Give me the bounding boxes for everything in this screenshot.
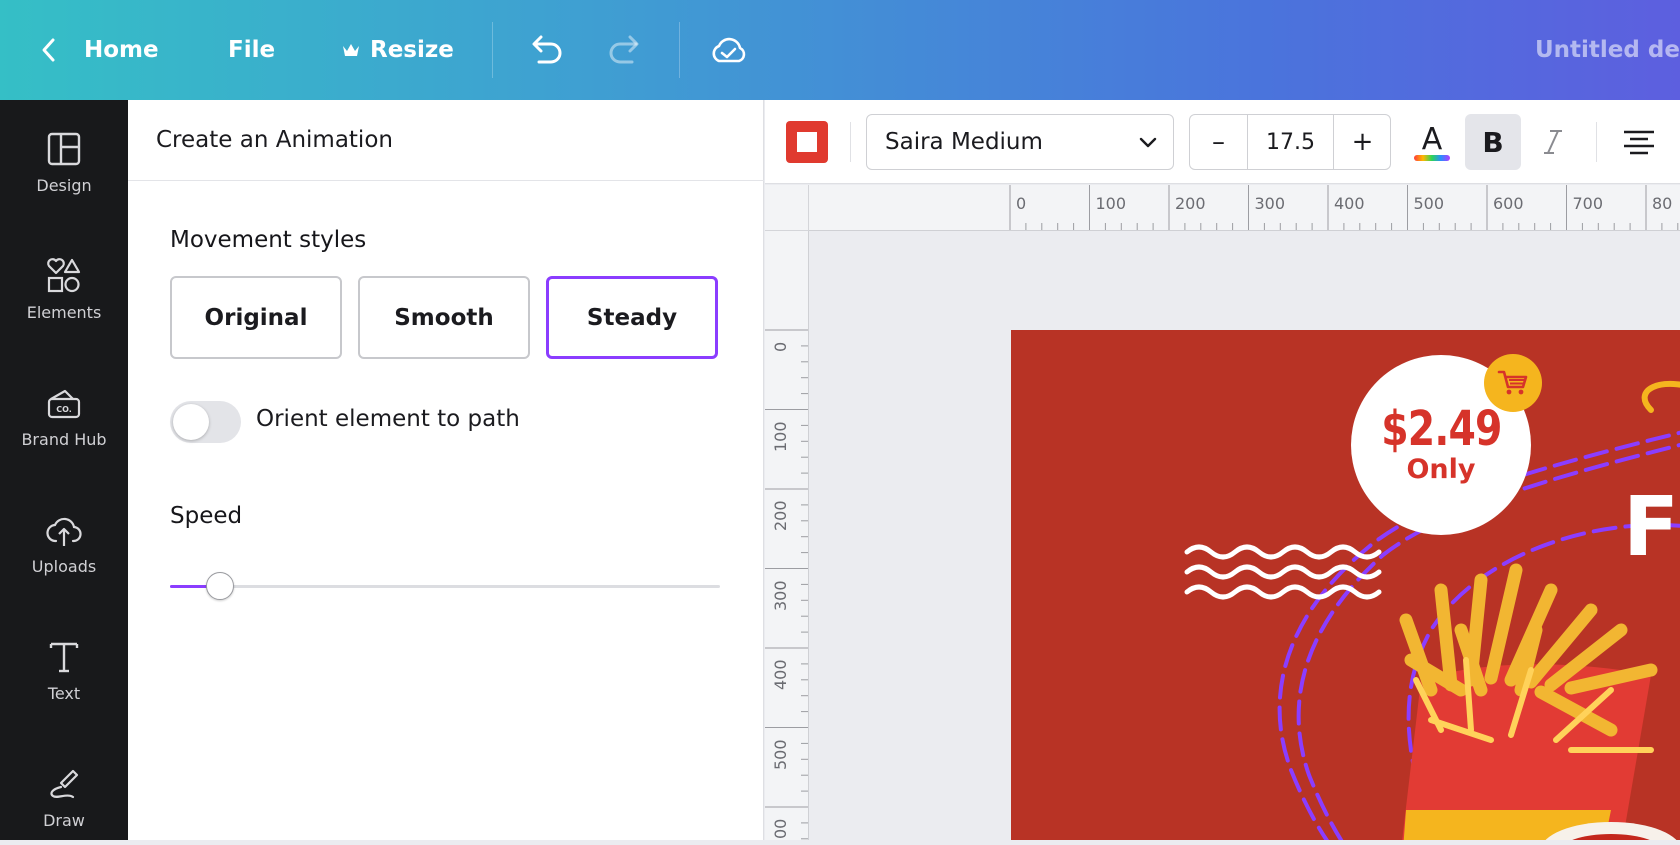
style-original-button[interactable]: Original <box>170 276 342 359</box>
svg-text:CO.: CO. <box>56 405 72 414</box>
ruler-label: 400 <box>771 659 790 690</box>
canvas-area[interactable]: $2.49 Only FI <box>810 231 1680 840</box>
align-center-icon <box>1624 130 1654 155</box>
toggle-knob <box>173 404 209 440</box>
orient-to-path-label: Orient element to path <box>256 406 520 432</box>
ruler-label: 700 <box>1572 194 1604 213</box>
ruler-label: 300 <box>1254 194 1286 213</box>
text-icon <box>49 642 79 673</box>
file-menu-button[interactable]: File <box>228 0 275 100</box>
left-sidebar: Design Elements CO. Brand Hub Uploads Te… <box>0 100 128 840</box>
movement-styles-heading: Movement styles <box>170 227 367 253</box>
ruler-label: 100 <box>771 420 790 452</box>
ruler-label: 200 <box>771 500 790 531</box>
home-button[interactable]: Home <box>38 0 159 100</box>
style-smooth-button[interactable]: Smooth <box>358 276 530 359</box>
divider <box>1596 122 1597 162</box>
speed-slider[interactable] <box>170 572 720 600</box>
resize-button[interactable]: Resize <box>342 0 454 100</box>
sidebar-item-uploads[interactable]: Uploads <box>0 481 128 591</box>
ruler-label: 200 <box>1175 194 1206 213</box>
ruler-label: 0 <box>1016 194 1027 213</box>
font-family-value: Saira Medium <box>885 129 1043 155</box>
undo-icon[interactable] <box>525 30 565 70</box>
swatch-inner <box>796 131 818 153</box>
text-color-swatch[interactable] <box>786 121 828 163</box>
fries-illustration <box>1399 563 1677 840</box>
animation-panel: Create an Animation Movement styles Orig… <box>128 100 764 840</box>
ruler-label: 500 <box>771 738 790 770</box>
sidebar-item-label: Brand Hub <box>21 430 107 449</box>
panel-title: Create an Animation <box>128 100 764 181</box>
vertical-ruler: 0 100 200 300 400 500 00 <box>765 231 809 840</box>
horizontal-ruler: 0 100 200 300 400 500 600 700 80 <box>809 185 1680 231</box>
ruler-ticks <box>1009 185 1679 230</box>
orient-to-path-toggle[interactable] <box>170 401 241 443</box>
divider <box>492 22 493 78</box>
divider <box>679 22 680 78</box>
cloud-saved-icon[interactable] <box>708 30 748 70</box>
speed-slider-handle[interactable] <box>205 572 234 600</box>
draw-icon <box>50 769 79 799</box>
sidebar-item-label: Design <box>36 176 92 195</box>
font-family-dropdown[interactable]: Saira Medium <box>866 114 1174 170</box>
price-text[interactable]: $2.49 <box>1381 405 1502 453</box>
svg-text:A: A <box>1422 122 1443 157</box>
style-steady-button[interactable]: Steady <box>546 276 718 359</box>
document-title[interactable]: Untitled des <box>1535 0 1680 100</box>
ruler-corner <box>765 185 809 231</box>
sidebar-item-brand-hub[interactable]: CO. Brand Hub <box>0 354 128 464</box>
text-color-icon: A <box>1414 122 1450 161</box>
design-page[interactable]: $2.49 Only FI <box>1011 330 1680 840</box>
ruler-label: 300 <box>771 579 790 611</box>
resize-label: Resize <box>370 37 454 63</box>
font-size-stepper: – 17.5 + <box>1189 114 1391 170</box>
ruler-label: 100 <box>1095 194 1127 213</box>
editor-toolbar: Saira Medium – 17.5 + A B <box>765 100 1680 184</box>
sidebar-item-design[interactable]: Design <box>0 100 128 210</box>
chevron-left-icon <box>42 38 55 62</box>
increase-font-size-button[interactable]: + <box>1334 115 1391 169</box>
ruler-label: 0 <box>771 341 790 352</box>
font-size-input[interactable]: 17.5 <box>1247 115 1334 169</box>
chevron-down-icon <box>1139 137 1157 148</box>
sidebar-item-draw[interactable]: Draw <box>0 735 128 845</box>
ruler-label: 00 <box>771 818 790 839</box>
cloud-upload-icon <box>46 517 82 546</box>
italic-icon <box>1544 130 1562 154</box>
wavy-lines-decoration <box>1184 544 1382 600</box>
crown-icon <box>343 44 359 56</box>
text-align-button[interactable] <box>1611 114 1667 170</box>
bold-button[interactable]: B <box>1465 114 1521 170</box>
price-note[interactable]: Only <box>1406 455 1475 485</box>
layout-icon <box>47 132 81 166</box>
divider <box>850 122 851 162</box>
sidebar-item-label: Draw <box>43 811 85 830</box>
file-label: File <box>228 37 276 63</box>
italic-button[interactable] <box>1525 114 1581 170</box>
design-artwork <box>1184 380 1680 840</box>
top-bar: Home File Resize Untitled des <box>0 0 1680 100</box>
headline-text[interactable]: FI <box>1623 480 1680 575</box>
brand-hub-icon: CO. <box>47 389 81 419</box>
cart-badge[interactable] <box>1484 354 1542 412</box>
bold-icon: B <box>1482 126 1503 159</box>
speed-heading: Speed <box>170 503 243 529</box>
sidebar-item-label: Text <box>47 684 81 703</box>
sidebar-item-label: Elements <box>26 303 102 322</box>
ruler-label: 600 <box>1493 194 1524 213</box>
sidebar-item-text[interactable]: Text <box>0 608 128 718</box>
text-color-button[interactable]: A <box>1404 114 1460 170</box>
redo-icon[interactable] <box>606 30 646 70</box>
ruler-label: 500 <box>1413 194 1445 213</box>
sidebar-item-elements[interactable]: Elements <box>0 227 128 337</box>
svg-text:B: B <box>1482 126 1503 159</box>
decrease-font-size-button[interactable]: – <box>1190 115 1247 169</box>
ruler-label: 80 <box>1652 194 1673 213</box>
sidebar-item-label: Uploads <box>31 557 97 576</box>
shapes-icon <box>47 258 81 293</box>
home-label: Home <box>84 37 159 63</box>
ruler-label: 400 <box>1334 194 1365 213</box>
shopping-cart-icon <box>1497 370 1528 395</box>
